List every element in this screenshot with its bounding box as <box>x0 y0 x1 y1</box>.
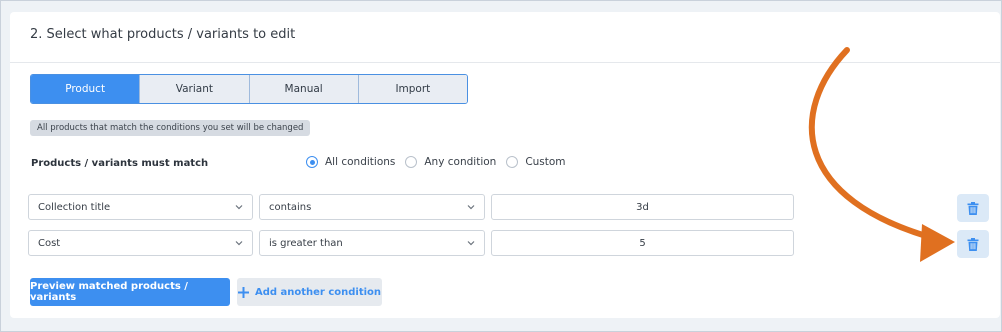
curved-arrow-icon <box>808 47 955 262</box>
